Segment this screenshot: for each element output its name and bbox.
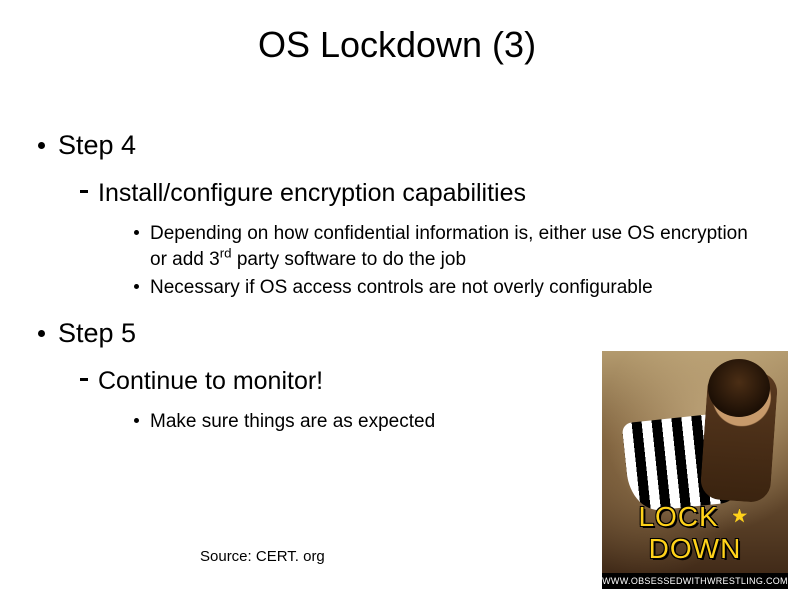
source-citation: Source: CERT. org (200, 548, 325, 565)
lock-text: LOCK (638, 501, 718, 532)
slide: OS Lockdown (3) Step 4 Install/configure… (0, 0, 794, 595)
down-text: DOWN (649, 533, 742, 564)
detail-text: Necessary if OS access controls are not … (150, 277, 653, 298)
detail-text: Depending on how confidential informatio… (150, 223, 748, 270)
lockdown-caption: LOCK DOWN (602, 501, 788, 565)
list-item: Necessary if OS access controls are not … (98, 276, 764, 300)
image-watermark: WWW.OBSESSEDWITHWRESTLING.COM (602, 573, 788, 589)
step-4-sub-label: Install/configure encryption capabilitie… (98, 179, 526, 207)
step-5-sub-label: Continue to monitor! (98, 367, 323, 395)
list-item: Step 4 Install/configure encryption capa… (30, 130, 764, 300)
step-4-label: Step 4 (58, 130, 136, 160)
slide-title: OS Lockdown (3) (0, 24, 794, 66)
list-item: Install/configure encryption capabilitie… (58, 179, 764, 300)
detail-text: Make sure things are as expected (150, 411, 435, 432)
step-5-label: Step 5 (58, 318, 136, 348)
wrestler-hair-graphic (708, 359, 770, 417)
star-icon (732, 508, 748, 524)
list-item: Depending on how confidential informatio… (98, 222, 764, 272)
lockdown-image: LOCK DOWN WWW.OBSESSEDWITHWRESTLING.COM (602, 351, 788, 589)
